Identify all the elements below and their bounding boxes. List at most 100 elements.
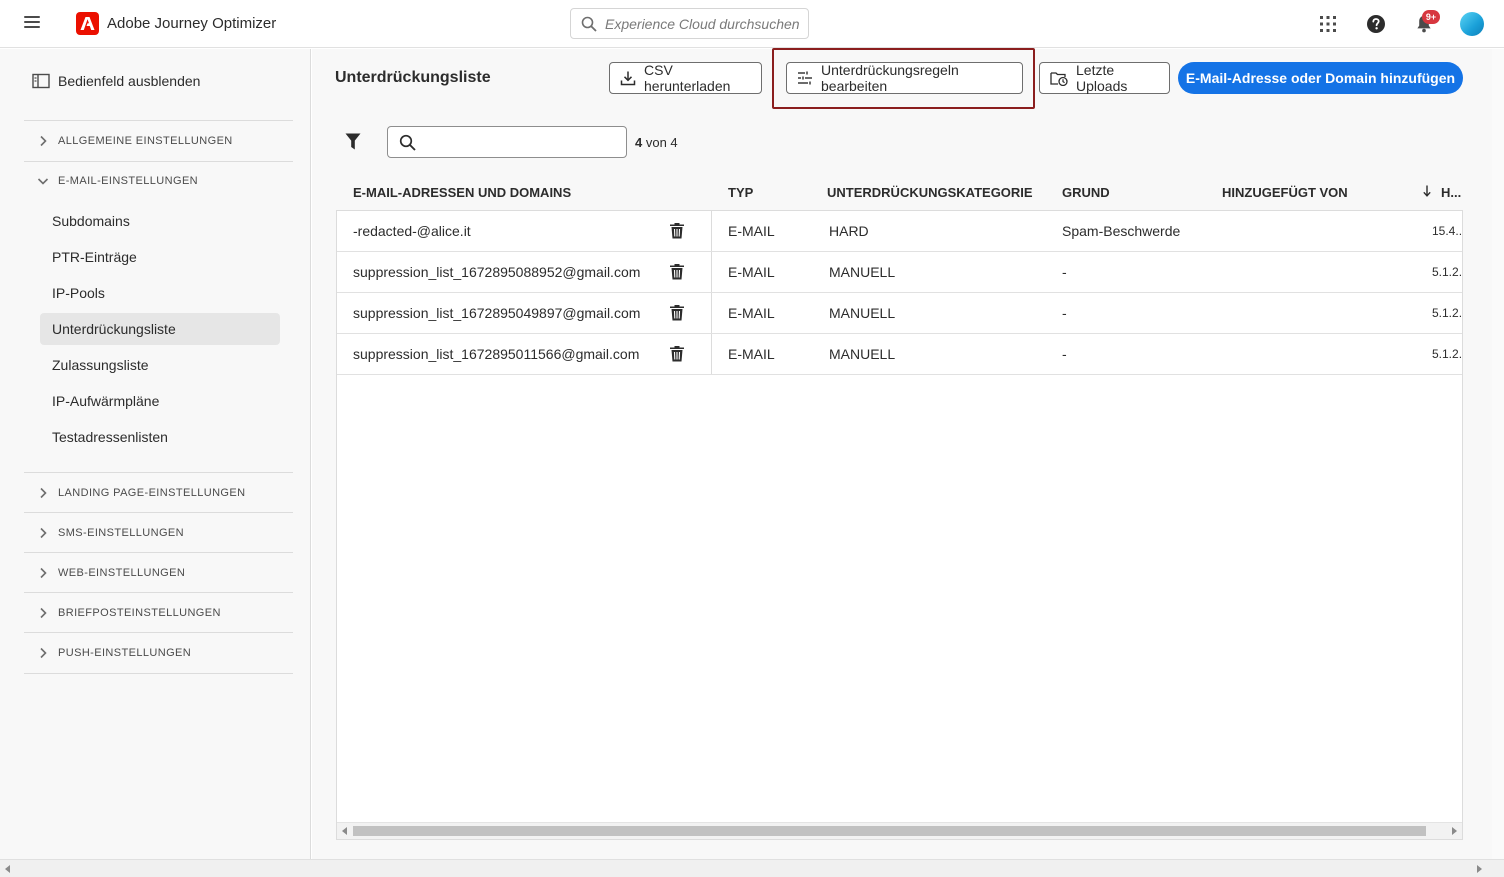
trash-icon[interactable] [669,304,685,321]
result-count: 4 von 4 [635,135,678,150]
adobe-logo-icon[interactable] [76,12,99,35]
divider [24,673,293,674]
scroll-left-arrow[interactable] [342,827,347,835]
table-row[interactable]: suppression_list_1672895049897@gmail.com… [337,293,1463,334]
search-icon [399,134,416,151]
sidebar-item-subdomains[interactable]: Subdomains [40,205,280,237]
page-vertical-scrollbar[interactable] [1492,49,1504,859]
help-icon[interactable] [1364,12,1388,36]
app-title[interactable]: Adobe Journey Optimizer [107,15,276,32]
scroll-right-arrow[interactable] [1452,827,1457,835]
edit-suppression-rules-button[interactable]: Unterdrückungsregeln bearbeiten [786,62,1023,94]
scrollbar-thumb[interactable] [353,826,1426,836]
section-label: ALLGEMEINE EINSTELLUNGEN [58,135,233,147]
upload-history-icon [1050,72,1068,86]
scroll-right-arrow[interactable] [1477,865,1482,873]
cell-reason: - [1062,264,1067,280]
chevron-right-icon [40,527,47,539]
panel-icon [32,73,50,89]
cell-date: 5.1.2... [1432,306,1463,320]
sidebar-item-ptr-records[interactable]: PTR-Einträge [40,241,280,273]
list-search[interactable] [387,126,627,158]
sidebar-item-seed-lists[interactable]: Testadressenlisten [40,421,280,453]
section-push-settings[interactable]: PUSH-EINSTELLUNGEN [24,633,293,673]
column-header-added-by[interactable]: HINZUGEFÜGT VON [1222,185,1348,200]
table-row[interactable]: suppression_list_1672895088952@gmail.com… [337,252,1462,293]
download-icon [620,71,636,86]
column-header-date[interactable]: H... [1441,185,1461,200]
table-horizontal-scrollbar[interactable] [337,822,1462,839]
page-horizontal-scrollbar[interactable] [0,859,1504,877]
cell-category: MANUELL [829,264,896,280]
global-search[interactable] [570,8,809,39]
cell-category: MANUELL [829,305,896,321]
notification-badge: 9+ [1422,10,1440,24]
cell-date: 5.1.2... [1432,347,1463,361]
section-label: SMS-EINSTELLUNGEN [58,527,184,539]
cell-type: E-MAIL [728,264,775,280]
section-label: E-MAIL-EINSTELLUNGEN [58,175,199,187]
section-label: LANDING PAGE-EINSTELLUNGEN [58,487,246,499]
cell-category: MANUELL [829,346,896,362]
chevron-right-icon [40,607,47,619]
cell-email: suppression_list_1672895011566@gmail.com [353,346,640,362]
scroll-left-arrow[interactable] [5,865,10,873]
app-grid-icon[interactable] [1316,12,1340,36]
table-row[interactable]: -redacted-@alice.it E-MAIL HARD Spam-Bes… [337,211,1462,252]
cell-email: suppression_list_1672895088952@gmail.com [353,264,641,280]
chevron-down-icon [37,178,49,185]
sidebar-item-ip-warmup-plans[interactable]: IP-Aufwärmpläne [40,385,280,417]
sidebar-item-ip-pools[interactable]: IP-Pools [40,277,280,309]
sidebar-item-suppression-list[interactable]: Unterdrückungsliste [40,313,280,345]
section-landing-page-settings[interactable]: LANDING PAGE-EINSTELLUNGEN [24,473,293,513]
search-icon [581,16,597,32]
sidebar-item-allow-list[interactable]: Zulassungsliste [40,349,280,381]
chevron-right-icon [40,487,47,499]
recent-uploads-label: Letzte Uploads [1076,62,1128,94]
section-web-settings[interactable]: WEB-EINSTELLUNGEN [24,553,293,593]
trash-icon[interactable] [669,222,685,239]
cell-reason: - [1062,305,1067,321]
sliders-icon [798,71,812,85]
add-email-or-domain-button[interactable]: E-Mail-Adresse oder Domain hinzufügen [1178,62,1463,94]
hide-panel-button[interactable]: Bedienfeld ausblenden [32,71,200,91]
chevron-right-icon [40,567,47,579]
section-direct-mail-settings[interactable]: BRIEFPOSTEINSTELLUNGEN [24,593,293,633]
filter-icon[interactable] [345,133,361,151]
hamburger-icon[interactable] [24,16,40,30]
download-csv-label: CSV herunterladen [644,62,731,94]
column-header-reason[interactable]: GRUND [1062,185,1110,200]
cell-email: suppression_list_1672895049897@gmail.com [353,305,641,321]
table-header: E-MAIL-ADRESSEN UND DOMAINS TYP UNTERDRÜ… [336,177,1462,211]
section-label: PUSH-EINSTELLUNGEN [58,647,192,659]
cell-reason: - [1062,346,1067,362]
section-label: BRIEFPOSTEINSTELLUNGEN [58,607,221,619]
chevron-right-icon [40,135,47,147]
cell-reason: Spam-Beschwerde [1062,223,1181,239]
main-content: Unterdrückungsliste CSV herunterladen Un… [312,48,1492,859]
result-count-suffix: von 4 [645,135,678,150]
recent-uploads-button[interactable]: Letzte Uploads [1039,62,1170,94]
section-email-settings[interactable]: E-MAIL-EINSTELLUNGEN [24,161,293,201]
edit-suppression-rules-label: Unterdrückungsregeln bearbeiten [821,62,959,94]
list-search-input[interactable] [424,132,619,152]
sort-descending-icon[interactable] [1423,185,1431,197]
column-header-category[interactable]: UNTERDRÜCKUNGSKATEGORIE [827,185,1033,200]
section-general-settings[interactable]: ALLGEMEINE EINSTELLUNGEN [24,121,293,161]
section-sms-settings[interactable]: SMS-EINSTELLUNGEN [24,513,293,553]
cell-email: -redacted-@alice.it [353,223,471,239]
top-bar: Adobe Journey Optimizer 9+ [0,0,1504,48]
column-header-email[interactable]: E-MAIL-ADRESSEN UND DOMAINS [353,185,571,200]
global-search-input[interactable] [605,13,800,35]
trash-icon[interactable] [669,345,685,362]
avatar[interactable] [1460,12,1484,36]
cell-category: HARD [829,223,869,239]
suppression-table: -redacted-@alice.it E-MAIL HARD Spam-Bes… [336,210,1463,840]
section-label: WEB-EINSTELLUNGEN [58,567,186,579]
table-row[interactable]: suppression_list_1672895011566@gmail.com… [337,334,1463,375]
download-csv-button[interactable]: CSV herunterladen [609,62,762,94]
page-title: Unterdrückungsliste [335,69,491,86]
cell-type: E-MAIL [728,223,775,239]
trash-icon[interactable] [669,263,685,280]
column-header-type[interactable]: TYP [728,185,753,200]
